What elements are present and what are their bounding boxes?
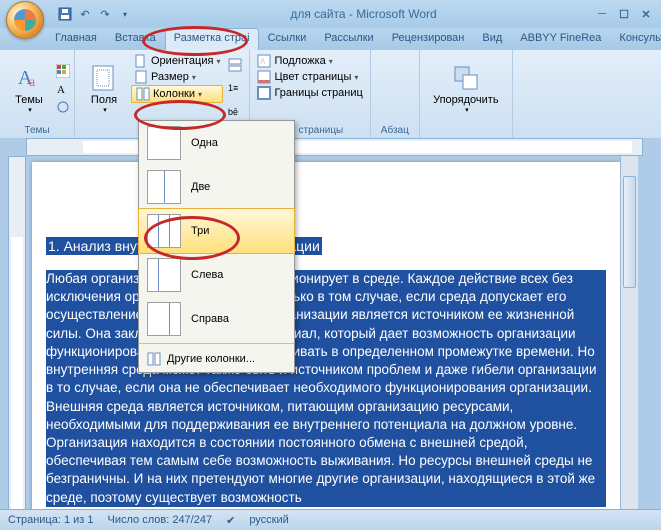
proofing-icon[interactable]: ✔ [226, 514, 235, 527]
qat-more-icon[interactable]: ▾ [116, 5, 134, 23]
hyphenation-icon[interactable]: bē [228, 105, 242, 119]
orientation-icon [134, 54, 148, 68]
tab-view[interactable]: Вид [473, 28, 511, 50]
maximize-button[interactable]: ☐ [615, 7, 633, 21]
minimize-button[interactable]: ─ [593, 7, 611, 21]
arrange-icon [452, 64, 480, 92]
status-words[interactable]: Число слов: 247/247 [108, 514, 213, 526]
columns-dropdown: Одна Две Три Слева Справа Другие колонки… [138, 120, 295, 373]
columns-right[interactable]: Справа [139, 297, 294, 341]
arrange-button[interactable]: Упорядочить▾ [424, 53, 508, 124]
horizontal-ruler[interactable] [26, 138, 643, 156]
undo-icon[interactable]: ↶ [76, 5, 94, 23]
columns-one[interactable]: Одна [139, 121, 294, 165]
columns-three[interactable]: Три [138, 208, 295, 254]
quick-access-toolbar: ↶ ↷ ▾ [56, 5, 134, 23]
theme-effects-icon[interactable] [56, 100, 70, 114]
orientation-button[interactable]: Ориентация▾ [131, 53, 223, 69]
svg-text:a: a [29, 75, 36, 90]
tab-page-layout[interactable]: Разметка страі [165, 28, 259, 50]
themes-label: Темы [15, 94, 43, 106]
redo-icon[interactable]: ↷ [96, 5, 114, 23]
page-color-icon [257, 70, 271, 84]
size-icon [134, 70, 148, 84]
tab-review[interactable]: Рецензирован [383, 28, 474, 50]
ribbon-tabs: Главная Вставка Разметка страі Ссылки Ра… [0, 28, 661, 50]
status-page[interactable]: Страница: 1 из 1 [8, 514, 94, 526]
theme-fonts-icon[interactable]: A [56, 82, 70, 96]
margins-icon [90, 64, 118, 92]
left-column-icon [147, 258, 181, 292]
tab-mailings[interactable]: Рассылки [315, 28, 382, 50]
margins-button[interactable]: Поля▾ [79, 53, 129, 124]
svg-text:A: A [260, 57, 266, 66]
window-title: для сайта - Microsoft Word [134, 7, 593, 21]
ribbon: Aa Темы▾ A Темы Поля▾ Ориентация▾ Размер… [0, 50, 661, 139]
tab-references[interactable]: Ссылки [259, 28, 316, 50]
two-column-icon [147, 170, 181, 204]
statusbar: Страница: 1 из 1 Число слов: 247/247 ✔ р… [0, 509, 661, 530]
svg-text:bē: bē [228, 107, 238, 117]
group-themes: Aa Темы▾ A Темы [0, 50, 75, 138]
watermark-button[interactable]: AПодложка▾ [254, 53, 365, 69]
group-arrange: Упорядочить▾ [420, 50, 513, 138]
columns-two[interactable]: Две [139, 165, 294, 209]
page-borders-button[interactable]: Границы страниц [254, 85, 365, 101]
document-area: 1. Анализ внутренней среды организации Л… [0, 138, 661, 510]
tab-consultant[interactable]: КонсультантП [610, 28, 661, 50]
scroll-thumb[interactable] [623, 176, 636, 288]
group-paragraph: Абзац [371, 50, 420, 138]
tab-abbyy[interactable]: ABBYY FineRea [511, 28, 610, 50]
group-paragraph-label: Абзац [375, 124, 415, 138]
page-color-button[interactable]: Цвет страницы▾ [254, 69, 365, 85]
right-column-icon [147, 302, 181, 336]
office-button[interactable] [6, 1, 44, 39]
themes-icon: Aa [15, 64, 43, 92]
tab-insert[interactable]: Вставка [106, 28, 165, 50]
themes-button[interactable]: Aa Темы▾ [4, 53, 54, 124]
one-column-icon [147, 126, 181, 160]
tab-home[interactable]: Главная [46, 28, 106, 50]
document-page[interactable]: 1. Анализ внутренней среды организации Л… [32, 162, 620, 510]
svg-text:1≡: 1≡ [228, 83, 238, 93]
close-button[interactable]: ✕ [637, 7, 655, 21]
watermark-icon: A [257, 54, 271, 68]
titlebar: ↶ ↷ ▾ для сайта - Microsoft Word ─ ☐ ✕ [0, 0, 661, 28]
theme-colors-icon[interactable] [56, 64, 70, 78]
vertical-ruler[interactable] [8, 156, 26, 510]
margins-label: Поля [91, 94, 117, 106]
columns-button[interactable]: Колонки▾ [131, 85, 223, 103]
more-columns-icon [147, 352, 161, 366]
three-column-icon [147, 214, 181, 248]
size-button[interactable]: Размер▾ [131, 69, 223, 85]
columns-left[interactable]: Слева [139, 253, 294, 297]
line-numbers-icon[interactable]: 1≡ [228, 81, 242, 95]
vertical-scrollbar[interactable] [620, 156, 638, 510]
arrange-label: Упорядочить [433, 94, 498, 106]
page-borders-icon [257, 86, 271, 100]
columns-more[interactable]: Другие колонки... [139, 346, 294, 372]
columns-icon [136, 87, 150, 101]
breaks-icon[interactable] [228, 58, 242, 72]
save-icon[interactable] [56, 5, 74, 23]
group-themes-label: Темы [4, 124, 70, 138]
doc-body: Любая организация находится и функционир… [46, 270, 606, 507]
svg-text:A: A [57, 84, 65, 96]
separator [139, 343, 294, 344]
status-language[interactable]: русский [249, 514, 288, 526]
